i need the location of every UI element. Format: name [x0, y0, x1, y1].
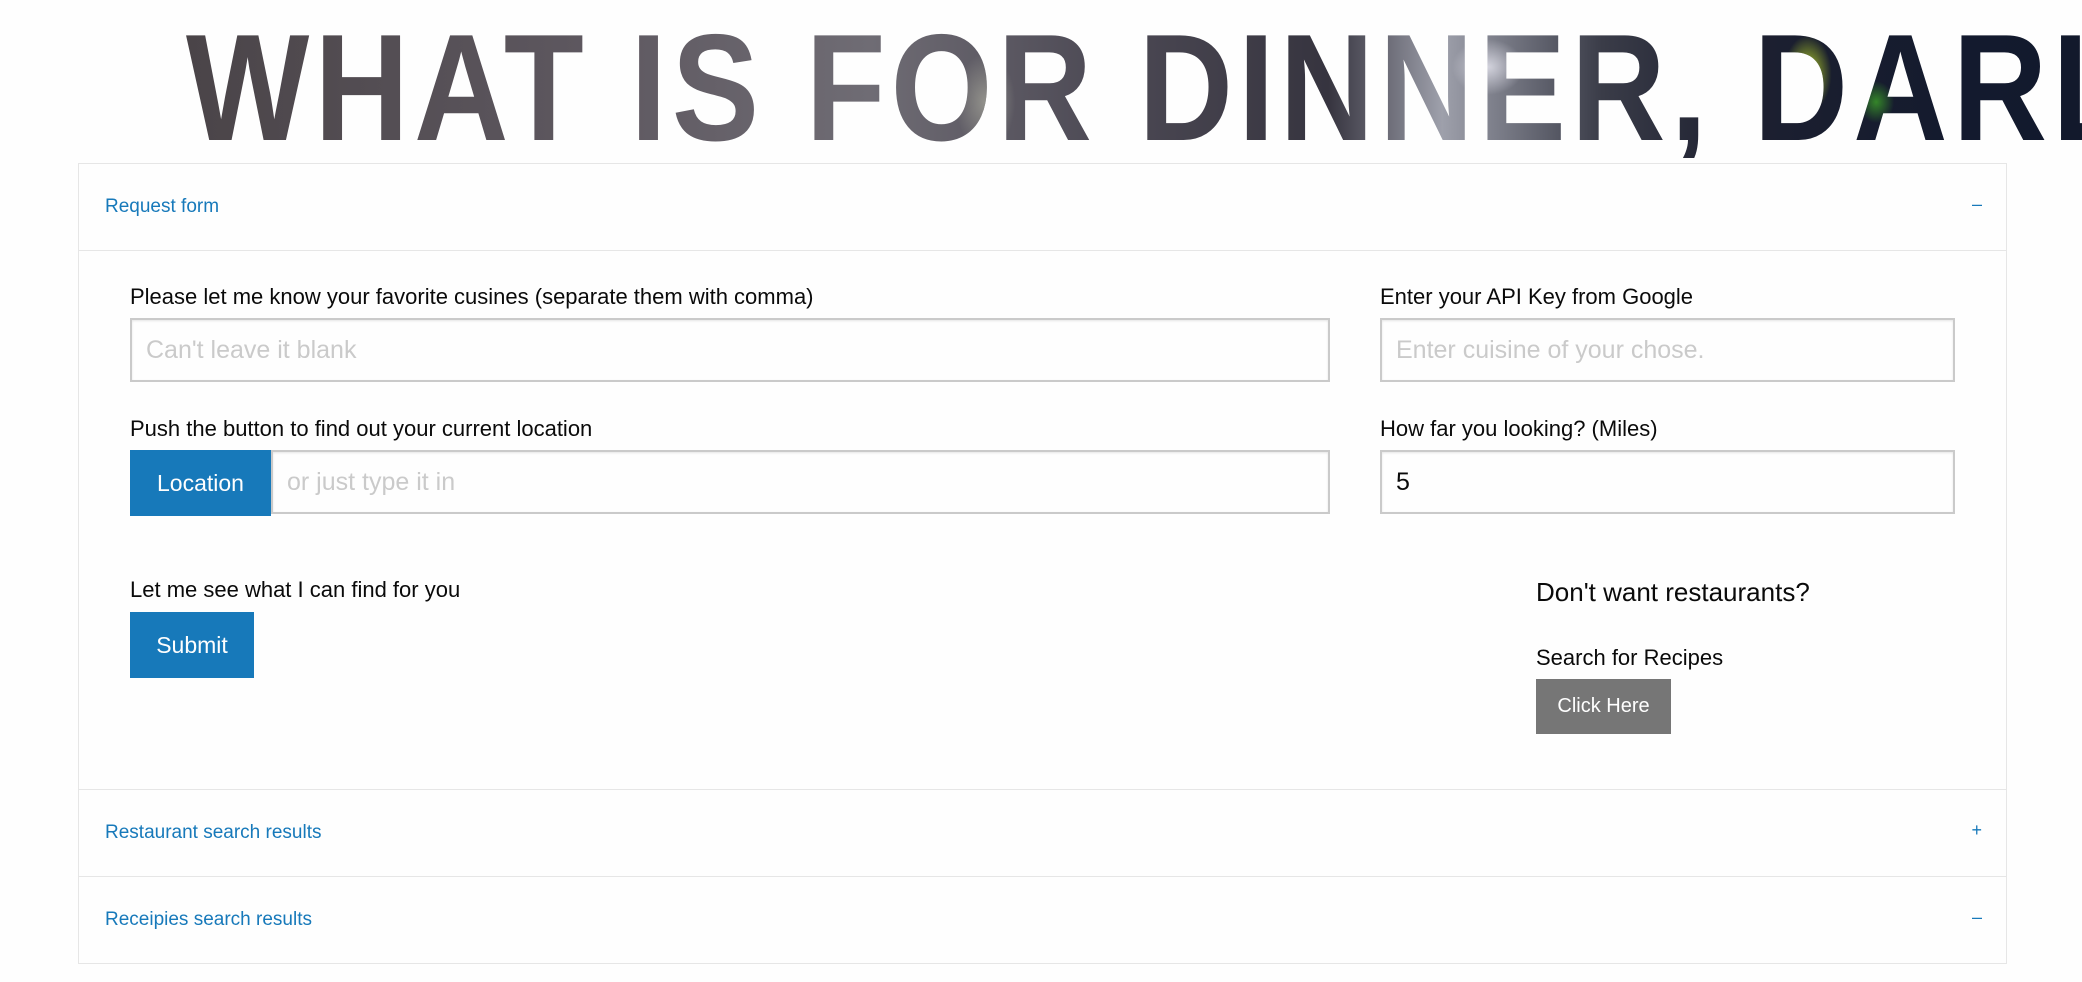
api-key-input[interactable] — [1380, 318, 1955, 382]
cuisines-label: Please let me know your favorite cusines… — [130, 284, 814, 309]
request-form-content: Please let me know your favorite cusines… — [79, 250, 2006, 789]
banner-title: WHAT IS FOR DINNER, DARLING? — [185, 18, 2082, 158]
page: WHAT IS FOR DINNER, DARLING? Request for… — [0, 0, 2082, 982]
accordion-title-label: Receipies search results — [105, 909, 312, 930]
expand-icon: + — [1971, 820, 1982, 840]
accordion-item-recipe-results: Receipies search results – — [79, 877, 2006, 964]
accordion-item-restaurant-results: Restaurant search results + — [79, 790, 2006, 877]
accordion-title-request-form[interactable]: Request form – — [79, 164, 2006, 250]
recipes-button[interactable]: Click Here — [1536, 679, 1671, 734]
accordion-title-recipe-results[interactable]: Receipies search results – — [79, 877, 2006, 963]
location-button[interactable]: Location — [130, 450, 271, 516]
location-input[interactable] — [271, 450, 1330, 514]
accordion: Request form – Please let me know your f… — [78, 163, 2007, 964]
accordion-title-label: Request form — [105, 196, 220, 217]
distance-label: How far you looking? (Miles) — [1380, 416, 1658, 441]
accordion-title-restaurant-results[interactable]: Restaurant search results + — [79, 790, 2006, 876]
collapse-icon: – — [1971, 907, 1982, 927]
recipes-label: Search for Recipes — [1536, 645, 1724, 670]
submit-button[interactable]: Submit — [130, 612, 254, 678]
distance-input[interactable] — [1380, 450, 1955, 514]
cuisines-input[interactable] — [130, 318, 1330, 382]
accordion-title-label: Restaurant search results — [105, 822, 322, 843]
api-key-label: Enter your API Key from Google — [1380, 284, 1694, 309]
collapse-icon: – — [1971, 194, 1982, 214]
accordion-item-request-form: Request form – Please let me know your f… — [79, 164, 2006, 790]
recipes-heading: Don't want restaurants? — [1536, 577, 1810, 607]
location-label: Push the button to find out your current… — [130, 416, 593, 441]
banner: WHAT IS FOR DINNER, DARLING? — [0, 18, 2082, 158]
submit-label: Let me see what I can find for you — [130, 577, 461, 602]
